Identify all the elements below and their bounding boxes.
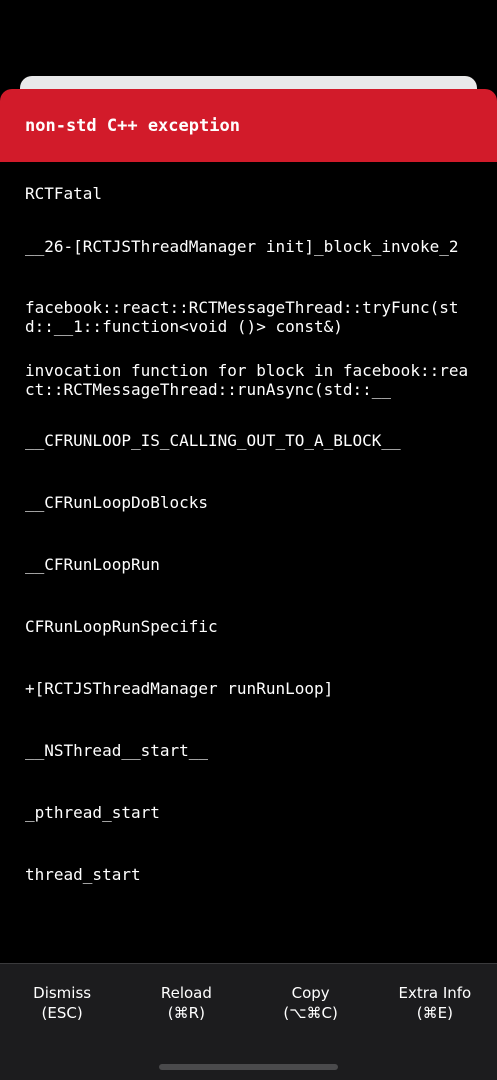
stack-frame[interactable]: facebook::react::RCTMessageThread::tryFu…	[25, 298, 477, 336]
stack-frame[interactable]: __NSThread__start__	[25, 741, 477, 760]
extra-info-button[interactable]: Extra Info (⌘E)	[373, 964, 497, 1080]
stack-frame[interactable]: CFRunLoopRunSpecific	[25, 617, 477, 636]
redbox-footer: Dismiss (ESC) Reload (⌘R) Copy (⌥⌘C) Ext…	[0, 963, 497, 1080]
reload-label: Reload	[160, 984, 212, 1002]
reload-shortcut: (⌘R)	[167, 1004, 205, 1022]
stack-frame[interactable]: _pthread_start	[25, 803, 477, 822]
error-title: non-std C++ exception	[25, 115, 240, 136]
redbox-error-sheet: non-std C++ exception RCTFatal __26-[RCT…	[0, 89, 497, 1080]
home-indicator	[159, 1064, 338, 1070]
stack-frame[interactable]: __CFRunLoopRun	[25, 555, 477, 574]
stack-frame[interactable]: __CFRUNLOOP_IS_CALLING_OUT_TO_A_BLOCK__	[25, 431, 477, 450]
extra-info-label: Extra Info	[398, 984, 472, 1002]
copy-label: Copy	[291, 984, 330, 1002]
error-header: non-std C++ exception	[0, 89, 497, 162]
stack-frame[interactable]: thread_start	[25, 865, 477, 884]
stack-frame[interactable]: RCTFatal	[25, 184, 477, 203]
copy-button[interactable]: Copy (⌥⌘C)	[249, 964, 373, 1080]
dismiss-button[interactable]: Dismiss (ESC)	[0, 964, 124, 1080]
stack-frame[interactable]: invocation function for block in faceboo…	[25, 361, 477, 399]
reload-button[interactable]: Reload (⌘R)	[124, 964, 248, 1080]
dismiss-label: Dismiss	[33, 984, 92, 1002]
stack-frame[interactable]: __CFRunLoopDoBlocks	[25, 493, 477, 512]
dismiss-shortcut: (ESC)	[41, 1004, 83, 1022]
stack-frame[interactable]: __26-[RCTJSThreadManager init]_block_inv…	[25, 237, 477, 256]
copy-shortcut: (⌥⌘C)	[283, 1004, 338, 1022]
stack-frame[interactable]: +[RCTJSThreadManager runRunLoop]	[25, 679, 477, 698]
extra-info-shortcut: (⌘E)	[416, 1004, 453, 1022]
